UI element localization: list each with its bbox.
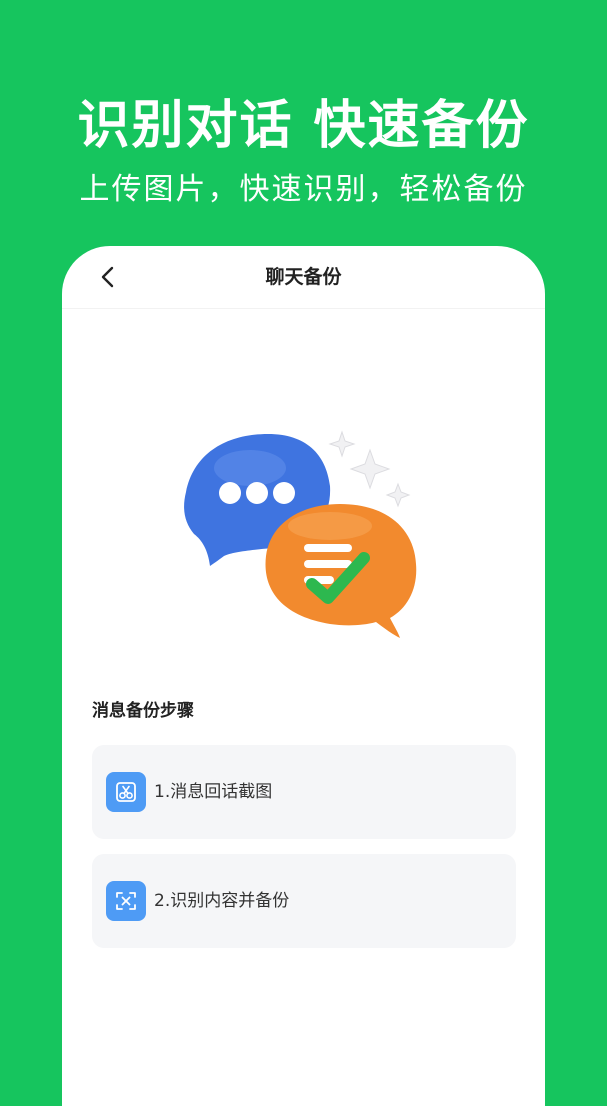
step-label: 1.消息回话截图 <box>154 782 273 802</box>
navigation-bar: 聊天备份 <box>62 246 545 309</box>
hero-subtitle: 上传图片，快速识别，轻松备份 <box>79 172 528 207</box>
step-item-recognize[interactable]: 2.识别内容并备份 <box>92 854 516 948</box>
step-label: 2.识别内容并备份 <box>154 891 290 911</box>
chat-backup-illustration <box>184 430 417 638</box>
screenshot-scissors-icon <box>106 772 146 812</box>
hero-title: 识别对话 快速备份 <box>77 96 530 156</box>
check-bubble-icon <box>265 504 417 638</box>
page-title: 聊天备份 <box>265 266 342 288</box>
step-item-screenshot[interactable]: 1.消息回话截图 <box>92 745 516 839</box>
steps-section-title: 消息备份步骤 <box>92 701 194 721</box>
phone-screen: 聊天备份 消息备份步骤 1.消息回话截图 2.识别内容并备份 <box>62 246 545 1106</box>
text-scan-icon <box>106 881 146 921</box>
sparkle-icon <box>328 430 411 508</box>
